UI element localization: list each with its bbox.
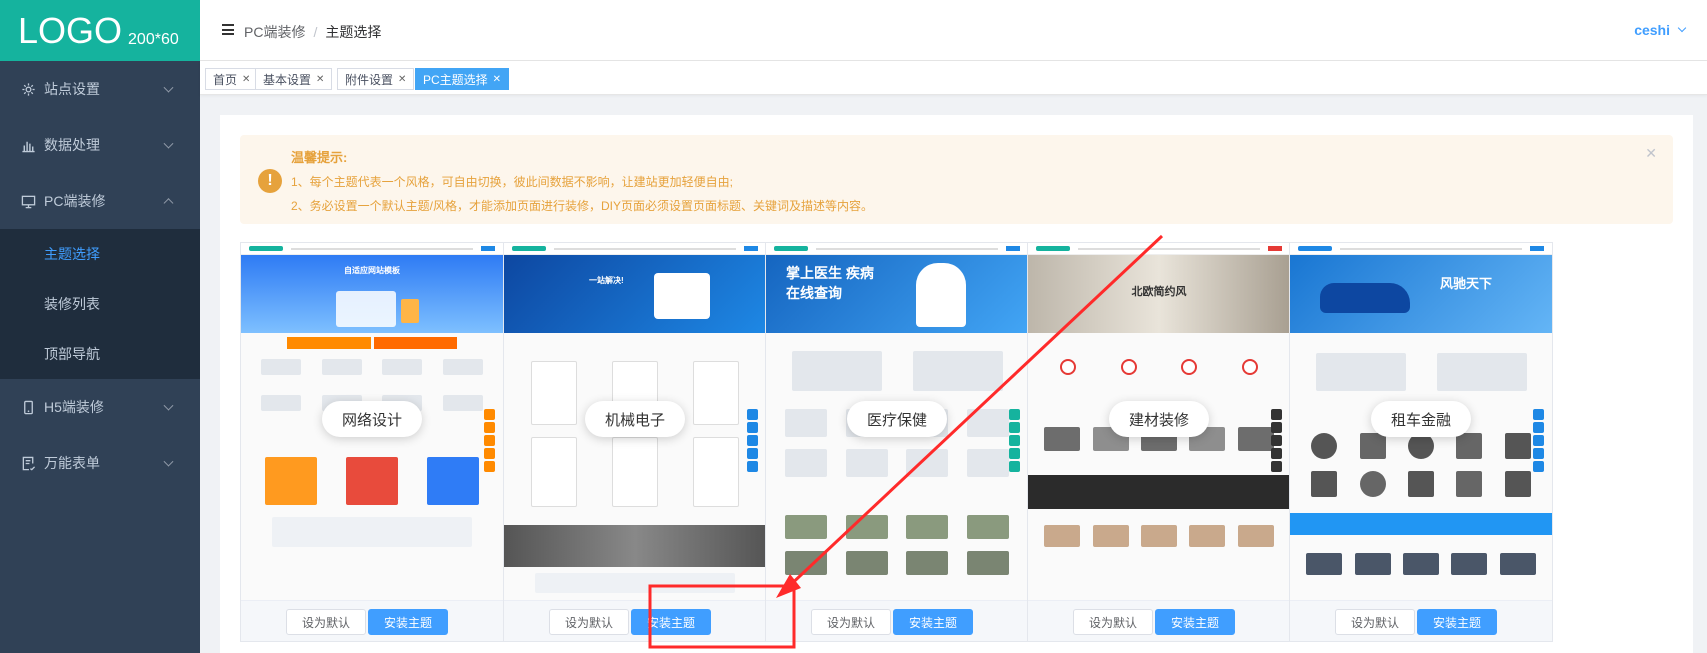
hamburger-icon[interactable] — [222, 24, 234, 35]
close-icon[interactable]: ✕ — [1645, 145, 1657, 162]
chevron-up-icon — [163, 198, 174, 209]
form-icon — [20, 455, 36, 471]
card-actions: 设为默认 安装主题 — [504, 600, 766, 641]
submenu-top-nav[interactable]: 顶部导航 — [0, 329, 200, 379]
mobile-icon — [20, 399, 36, 415]
theme-card: 自适应网站模板 网络设计 设为默认 安装主题 — [240, 242, 504, 642]
theme-card: 一站解决! 机械电子 设为默认 安装主题 — [503, 242, 767, 642]
menu-universal-form[interactable]: 万能表单 — [0, 435, 200, 491]
install-theme-button[interactable]: 安装主题 — [1417, 609, 1497, 635]
theme-banner-text: 一站解决! — [589, 276, 624, 285]
chevron-down-icon — [163, 400, 174, 411]
tag-label: 首页 — [213, 72, 238, 87]
chevron-down-icon — [1677, 23, 1687, 33]
theme-card: 风驰天下 租车金融 设为默认 安装主题 — [1289, 242, 1553, 642]
theme-thumbnail[interactable]: 自适应网站模板 网络设计 — [241, 243, 503, 600]
chevron-down-icon — [163, 456, 174, 467]
theme-name: 网络设计 — [321, 401, 423, 437]
theme-banner-text: 自适应网站模板 — [344, 266, 400, 275]
theme-card: 掌上医生 疾病在线查询 医疗保健 设为默认 安装主题 — [765, 242, 1029, 642]
tag-pc-theme[interactable]: PC主题选择 ✕ — [415, 68, 510, 90]
menu-label: 数据处理 — [44, 137, 100, 153]
card-actions: 设为默认 安装主题 — [1290, 600, 1552, 641]
close-icon[interactable]: ✕ — [316, 74, 324, 85]
main-content: ! 温馨提示: 1、每个主题代表一个风格，可自由切换，彼此间数据不影响，让建站更… — [220, 115, 1693, 653]
user-menu[interactable]: ceshi — [1634, 22, 1687, 38]
install-theme-button[interactable]: 安装主题 — [1155, 609, 1235, 635]
monitor-icon — [20, 193, 36, 209]
menu-pc-decoration[interactable]: PC端装修 — [0, 173, 200, 229]
close-icon[interactable]: ✕ — [493, 74, 501, 85]
chevron-down-icon — [163, 138, 174, 149]
theme-name: 机械电子 — [584, 401, 686, 437]
set-default-button[interactable]: 设为默认 — [1073, 609, 1153, 635]
theme-side-toolbar — [1271, 409, 1282, 474]
breadcrumb-item[interactable]: PC端装修 — [244, 24, 305, 40]
breadcrumb-current: 主题选择 — [325, 24, 382, 40]
theme-name: 医疗保健 — [846, 401, 948, 437]
theme-thumbnail[interactable]: 一站解决! 机械电子 — [504, 243, 766, 600]
set-default-button[interactable]: 设为默认 — [286, 609, 366, 635]
theme-thumbnail[interactable]: 风驰天下 租车金融 — [1290, 243, 1552, 600]
card-actions: 设为默认 安装主题 — [766, 600, 1028, 641]
menu-label: H5端装修 — [44, 399, 104, 415]
submenu-pc: 主题选择 装修列表 顶部导航 — [0, 229, 200, 379]
set-default-button[interactable]: 设为默认 — [549, 609, 629, 635]
alert-line: 1、每个主题代表一个风格，可自由切换，彼此间数据不影响，让建站更加轻便自由; — [291, 175, 734, 189]
theme-banner-text: 风驰天下 — [1440, 276, 1493, 291]
logo: LOGO 200*60 — [0, 0, 200, 61]
breadcrumb: PC端装修 / 主题选择 — [244, 22, 381, 42]
tag-basic-settings[interactable]: 基本设置 ✕ — [255, 68, 333, 90]
tag-label: PC主题选择 — [423, 72, 488, 87]
menu-label: 站点设置 — [44, 81, 100, 97]
theme-name: 租车金融 — [1370, 401, 1472, 437]
theme-thumbnail[interactable]: 掌上医生 疾病在线查询 医疗保健 — [766, 243, 1028, 600]
close-icon[interactable]: ✕ — [242, 74, 250, 85]
breadcrumb-separator: / — [313, 24, 318, 40]
menu-label: PC端装修 — [44, 193, 106, 209]
tag-attachment-settings[interactable]: 附件设置 ✕ — [337, 68, 415, 90]
theme-banner-text: 北欧简约风 — [1131, 286, 1187, 298]
theme-name: 建材装修 — [1108, 401, 1210, 437]
set-default-button[interactable]: 设为默认 — [811, 609, 891, 635]
theme-thumbnail[interactable]: 北欧简约风 建材装修 — [1028, 243, 1290, 600]
submenu-decoration-list[interactable]: 装修列表 — [0, 279, 200, 329]
alert-title: 温馨提示: — [291, 150, 348, 165]
theme-side-toolbar — [747, 409, 758, 474]
tag-label: 附件设置 — [345, 72, 394, 87]
tag-home[interactable]: 首页 ✕ — [205, 68, 259, 90]
close-icon[interactable]: ✕ — [398, 74, 406, 85]
install-theme-button[interactable]: 安装主题 — [368, 609, 448, 635]
username: ceshi — [1634, 22, 1670, 38]
set-default-button[interactable]: 设为默认 — [1335, 609, 1415, 635]
alert-line: 2、务必设置一个默认主题/风格，才能添加页面进行装修，DIY页面必须设置页面标题… — [291, 199, 874, 213]
menu-label: 万能表单 — [44, 455, 100, 471]
topbar: PC端装修 / 主题选择 ceshi — [200, 0, 1707, 61]
side-menu: 站点设置 数据处理 PC端装修 主题选择 装修列表 顶部导航 H5端装修 万能表… — [0, 61, 200, 491]
warning-icon: ! — [258, 169, 282, 193]
card-actions: 设为默认 安装主题 — [1028, 600, 1290, 641]
submenu-theme-select[interactable]: 主题选择 — [0, 229, 200, 279]
gear-icon — [20, 81, 36, 97]
tag-label: 基本设置 — [263, 72, 312, 87]
menu-h5-decoration[interactable]: H5端装修 — [0, 379, 200, 435]
theme-banner-text: 掌上医生 疾病在线查询 — [786, 265, 874, 301]
theme-side-toolbar — [1533, 409, 1544, 474]
warning-alert: ! 温馨提示: 1、每个主题代表一个风格，可自由切换，彼此间数据不影响，让建站更… — [240, 135, 1673, 224]
tags-view: 首页 ✕ 基本设置 ✕ 附件设置 ✕ PC主题选择 ✕ — [200, 61, 1707, 95]
install-theme-button[interactable]: 安装主题 — [893, 609, 973, 635]
bar-chart-icon — [20, 137, 36, 153]
card-actions: 设为默认 安装主题 — [241, 600, 503, 641]
menu-data-processing[interactable]: 数据处理 — [0, 117, 200, 173]
theme-side-toolbar — [484, 409, 495, 474]
logo-text: LOGO — [18, 10, 123, 51]
logo-size: 200*60 — [128, 31, 179, 48]
chevron-down-icon — [163, 82, 174, 93]
menu-site-settings[interactable]: 站点设置 — [0, 61, 200, 117]
install-theme-button[interactable]: 安装主题 — [631, 609, 711, 635]
sidebar: LOGO 200*60 站点设置 数据处理 PC端装修 主题选择 装修列表 顶部… — [0, 0, 200, 653]
theme-card: 北欧简约风 建材装修 设为默认 安装主题 — [1027, 242, 1291, 642]
theme-side-toolbar — [1009, 409, 1020, 474]
